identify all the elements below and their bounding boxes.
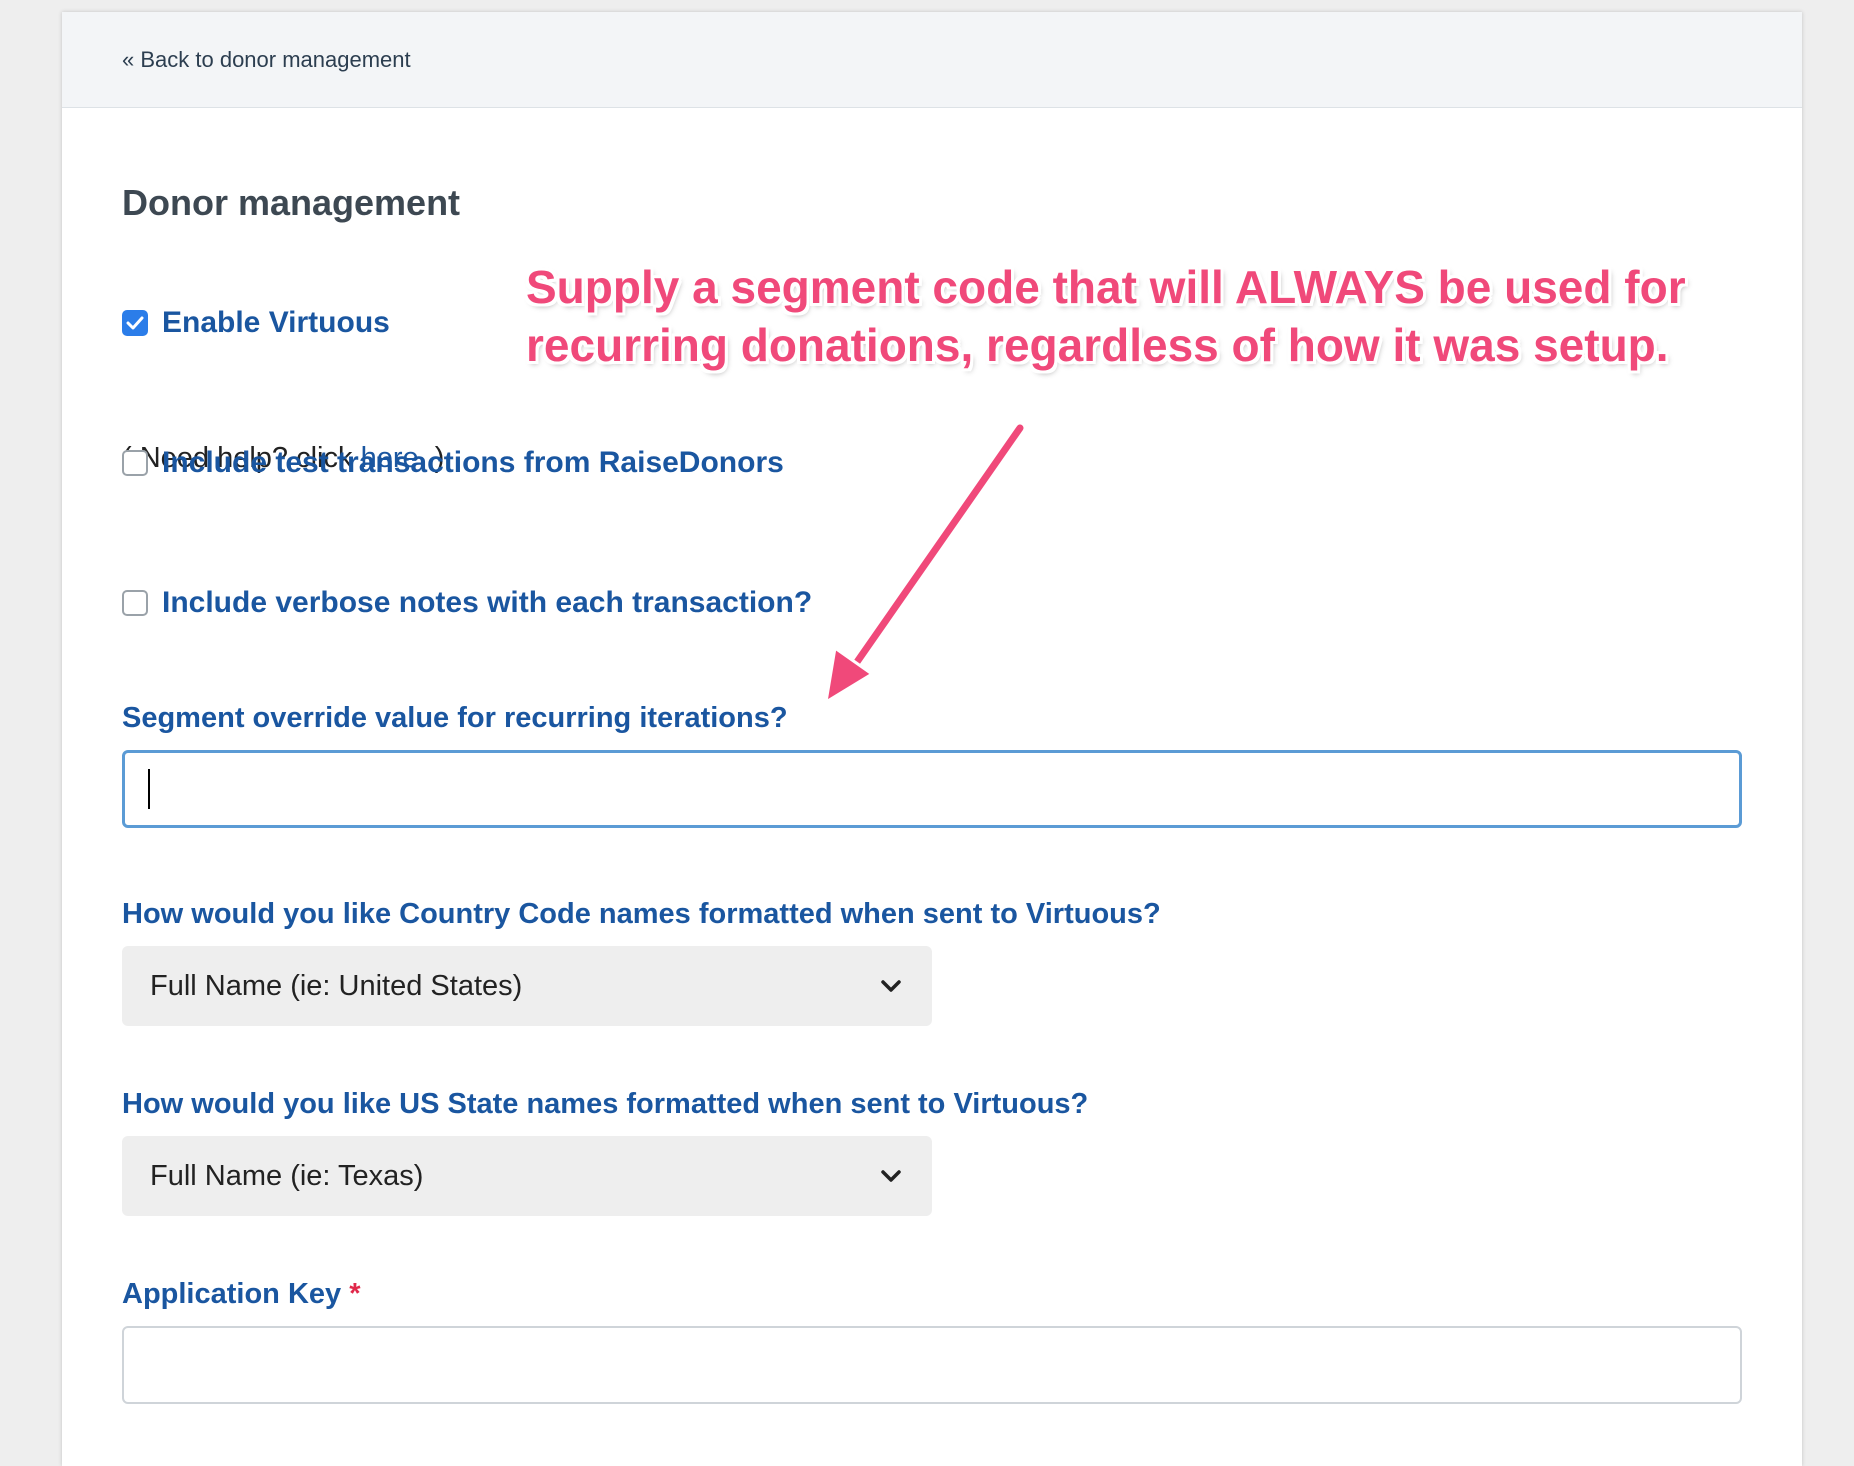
include-test-row: Include test transactions from RaiseDono…	[122, 446, 784, 480]
chevron-down-icon	[881, 1170, 901, 1182]
page: « Back to donor management Donor managem…	[0, 0, 1854, 1466]
enable-virtuous-row: Enable Virtuous	[122, 306, 390, 340]
state-format-label: How would you like US State names format…	[122, 1088, 1089, 1120]
include-test-label[interactable]: Include test transactions from RaiseDono…	[162, 446, 784, 480]
annotation-callout: Supply a segment code that will ALWAYS b…	[526, 258, 1686, 374]
required-marker: *	[349, 1278, 361, 1310]
state-format-value: Full Name (ie: Texas)	[150, 1159, 424, 1192]
back-to-donor-management-link[interactable]: « Back to donor management	[122, 47, 411, 73]
text-caret	[148, 769, 150, 809]
country-format-select[interactable]: Full Name (ie: United States)	[122, 946, 932, 1026]
enable-virtuous-checkbox[interactable]	[122, 310, 148, 336]
annotation-line-1: Supply a segment code that will ALWAYS b…	[526, 261, 1686, 313]
country-format-label: How would you like Country Code names fo…	[122, 898, 1161, 930]
segment-override-input[interactable]	[122, 750, 1742, 828]
state-format-select[interactable]: Full Name (ie: Texas)	[122, 1136, 932, 1216]
annotation-line-2: recurring donations, regardless of how i…	[526, 319, 1669, 371]
application-key-label-text: Application Key	[122, 1278, 342, 1310]
application-key-label: Application Key *	[122, 1278, 361, 1311]
country-format-value: Full Name (ie: United States)	[150, 969, 523, 1002]
chevron-down-icon	[881, 980, 901, 992]
card-header: « Back to donor management	[62, 12, 1802, 108]
include-verbose-checkbox[interactable]	[122, 590, 148, 616]
segment-override-label: Segment override value for recurring ite…	[122, 702, 788, 734]
include-test-checkbox[interactable]	[122, 450, 148, 476]
enable-virtuous-label[interactable]: Enable Virtuous	[162, 306, 390, 340]
page-title: Donor management	[122, 182, 461, 223]
application-key-input[interactable]	[122, 1326, 1742, 1404]
include-verbose-row: Include verbose notes with each transact…	[122, 586, 812, 620]
check-icon	[126, 316, 144, 330]
settings-card: « Back to donor management Donor managem…	[62, 12, 1802, 1466]
include-verbose-label[interactable]: Include verbose notes with each transact…	[162, 586, 812, 620]
